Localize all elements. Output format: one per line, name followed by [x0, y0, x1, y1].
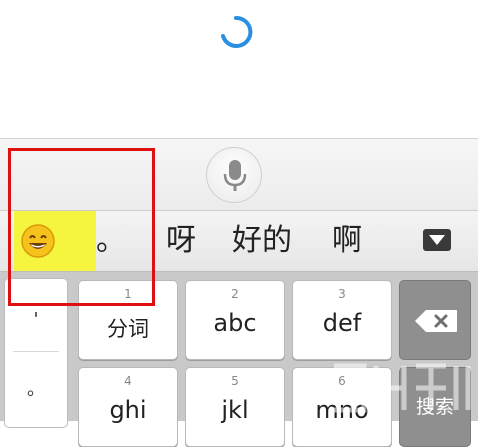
- key-label: ghi: [109, 396, 147, 424]
- watermark-logo: [334, 363, 471, 413]
- key-label: jkl: [221, 396, 249, 424]
- voice-input-button[interactable]: [206, 147, 262, 203]
- key-number: 4: [124, 374, 132, 388]
- triangle-down-icon: [429, 235, 445, 245]
- key-2-abc[interactable]: 2 abc: [185, 280, 285, 360]
- content-area: [0, 0, 478, 138]
- microphone-icon: [223, 160, 247, 191]
- backspace-button[interactable]: [399, 280, 471, 360]
- candidate-word[interactable]: 啊: [332, 223, 362, 259]
- loading-spinner-icon: [221, 15, 253, 48]
- candidate-word[interactable]: 呀: [166, 223, 196, 259]
- key-number: 5: [231, 374, 239, 388]
- key-number: 2: [231, 287, 239, 301]
- key-label: abc: [213, 309, 257, 337]
- key-label: def: [322, 309, 362, 337]
- key-label: 分词: [107, 317, 149, 341]
- key-number: 3: [338, 287, 346, 301]
- divider: [13, 351, 59, 352]
- annotation-highlight-box: [8, 148, 155, 306]
- apostrophe-key[interactable]: ': [5, 309, 67, 330]
- period-key[interactable]: 。: [5, 375, 67, 401]
- backspace-icon: [415, 310, 457, 332]
- key-5-jkl[interactable]: 5 jkl: [185, 367, 285, 447]
- collapse-candidates-button[interactable]: [423, 229, 451, 251]
- key-4-ghi[interactable]: 4 ghi: [78, 367, 178, 447]
- key-3-def[interactable]: 3 def: [292, 280, 392, 360]
- candidate-word[interactable]: 好的: [232, 223, 292, 259]
